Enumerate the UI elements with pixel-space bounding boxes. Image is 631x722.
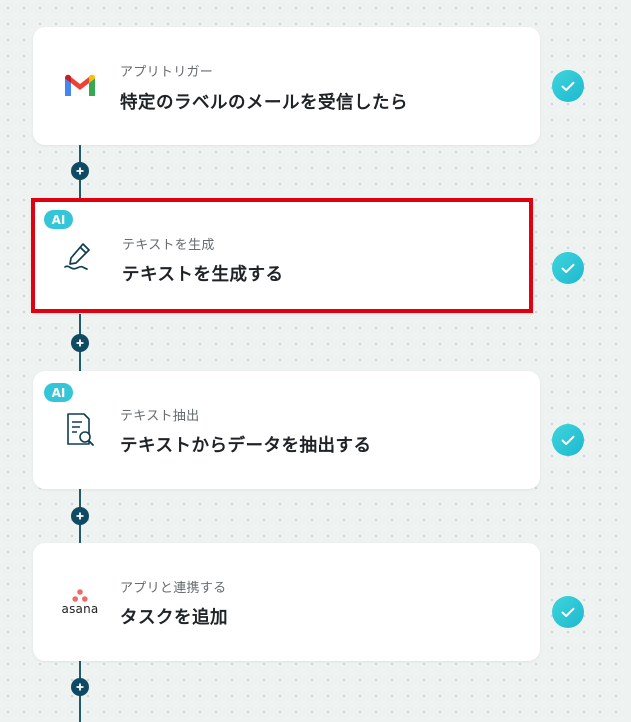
step-title: タスクを追加 (120, 608, 228, 628)
step-title: 特定のラベルのメールを受信したら (120, 93, 408, 113)
check-icon (552, 252, 584, 284)
check-icon (552, 424, 584, 456)
step-category: アプリと連携する (120, 581, 227, 596)
check-icon (552, 70, 584, 102)
document-search-icon (61, 411, 99, 449)
step-title: テキストを生成する (122, 265, 284, 285)
plus-icon (76, 512, 84, 520)
flow-step-card-generate[interactable]: テキストを生成 テキストを生成する (31, 198, 533, 313)
plus-icon (76, 167, 84, 175)
gmail-icon (61, 67, 99, 105)
flow-step-card-extract[interactable]: テキスト抽出 テキストからデータを抽出する (33, 371, 540, 489)
flow-step-card-trigger[interactable]: アプリトリガー 特定のラベルのメールを受信したら (33, 27, 540, 145)
step-category: テキスト抽出 (120, 409, 200, 424)
asana-logo-text: asana (61, 601, 99, 616)
asana-icon: asana (58, 583, 102, 621)
check-icon (552, 596, 584, 628)
add-step-button[interactable] (71, 334, 89, 352)
add-step-button[interactable] (71, 507, 89, 525)
add-step-button[interactable] (71, 162, 89, 180)
pen-write-icon (61, 237, 99, 275)
ai-badge: AI (44, 210, 73, 229)
step-category: アプリトリガー (120, 65, 214, 80)
flow-step-card-asana[interactable]: asana アプリと連携する タスクを追加 (33, 543, 540, 661)
add-step-button[interactable] (71, 678, 89, 696)
plus-icon (76, 683, 84, 691)
plus-icon (76, 339, 84, 347)
step-category: テキストを生成 (122, 238, 215, 253)
step-title: テキストからデータを抽出する (120, 436, 372, 456)
ai-badge: AI (44, 383, 73, 402)
